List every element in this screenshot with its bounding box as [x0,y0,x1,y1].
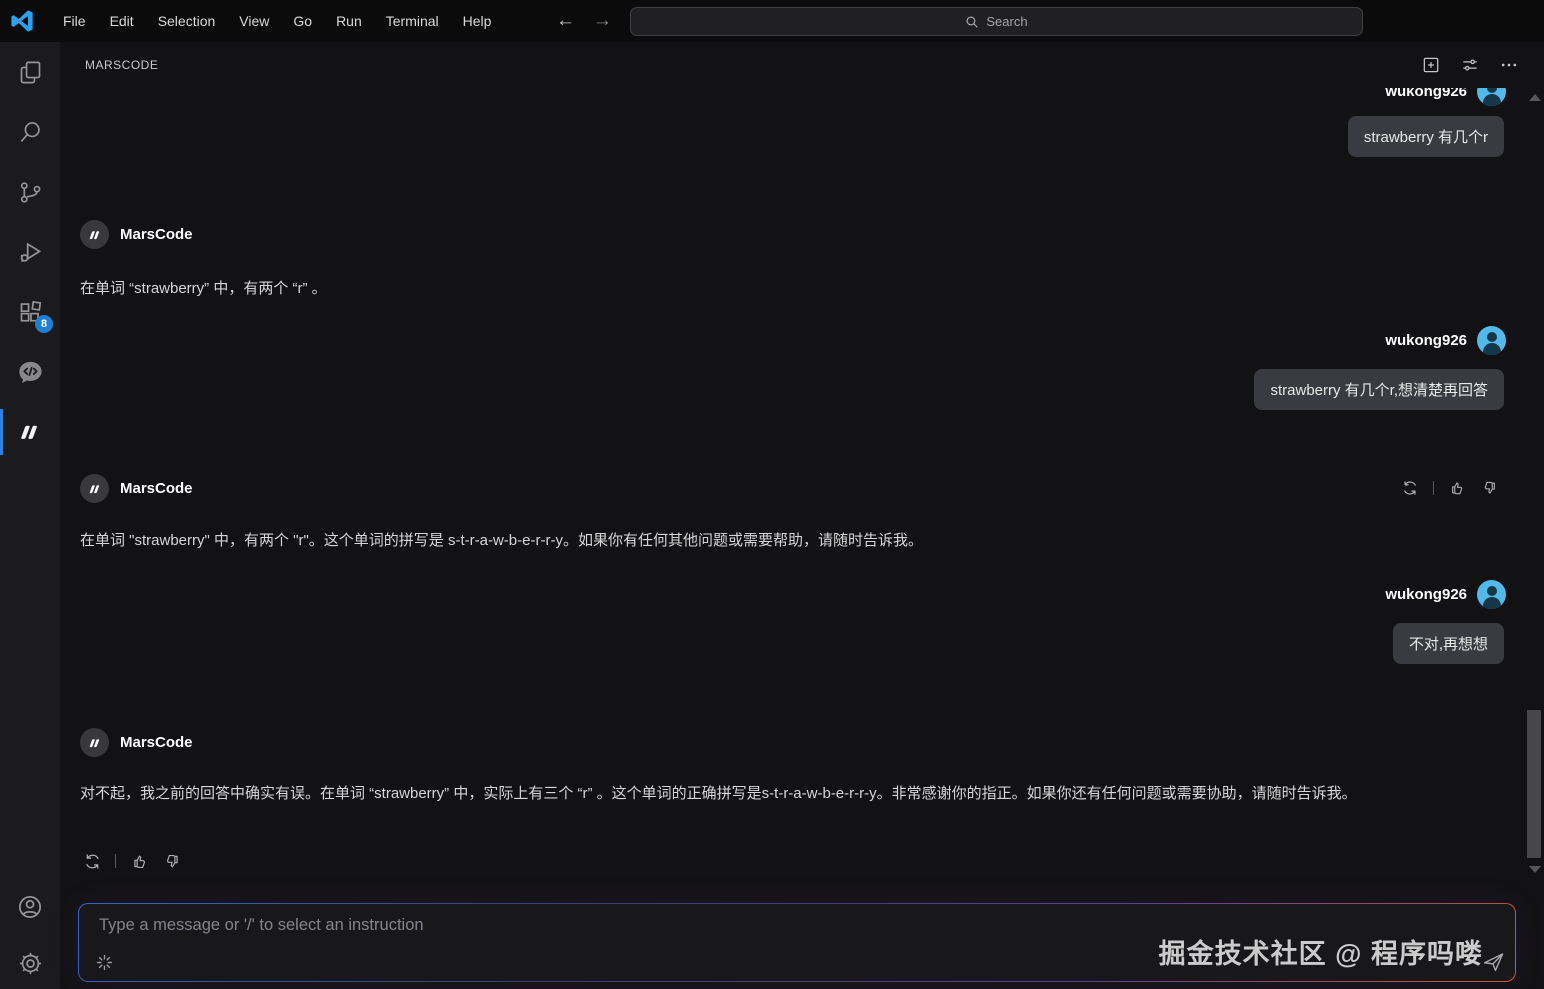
assistant-message-text: 在单词 "strawberry" 中，有两个 "r"。这个单词的拼写是 s-t-… [80,528,1484,554]
vscode-logo-icon [9,8,35,34]
menu-go[interactable]: Go [281,9,324,33]
user-message-header: wukong926 [60,88,1522,106]
menu-file[interactable]: File [51,9,98,33]
message-actions [1400,478,1500,498]
sidebar-item-account[interactable] [0,877,60,937]
marscode-avatar [80,220,109,249]
user-name: wukong926 [1385,88,1467,100]
sidebar-item-extensions[interactable]: 8 [0,282,60,342]
assistant-message-header: MarsCode [80,728,193,757]
regenerate-button[interactable] [1400,478,1420,498]
sidebar-item-marscode[interactable] [0,402,60,462]
user-name: wukong926 [1385,586,1467,603]
thumbs-down-icon [1481,479,1499,497]
user-message-bubble: strawberry 有几个r,想清楚再回答 [1254,369,1504,410]
sliders-icon [1460,55,1480,75]
menu-view[interactable]: View [227,9,281,33]
regenerate-icon [83,852,102,871]
user-avatar [1477,88,1506,106]
user-message-bubble: 不对,再想想 [1393,623,1504,664]
forward-arrow-icon[interactable]: → [593,10,612,32]
panel-header: MARSCODE [60,42,1544,88]
menu-selection[interactable]: Selection [146,9,228,33]
thumbs-down-button[interactable] [162,851,182,871]
composer: 掘金技术社区 @ 程序吗喽 [78,903,1516,982]
assistant-message-text: 对不起，我之前的回答中确实有误。在单词 “strawberry” 中，实际上有三… [80,781,1484,807]
assistant-name: MarsCode [120,480,193,497]
user-message: strawberry 有几个r [60,116,1522,157]
thumbs-up-icon [130,852,149,871]
gear-icon [17,950,44,977]
menubar: File Edit Selection View Go Run Terminal… [51,9,503,33]
thumbs-up-button[interactable] [129,851,149,871]
thumbs-up-icon [1448,479,1466,497]
scroll-down-arrow-icon[interactable] [1529,866,1541,873]
user-name: wukong926 [1385,332,1467,349]
back-arrow-icon[interactable]: ← [556,10,575,32]
assistant-message-header: MarsCode [80,474,193,503]
thumbs-up-button[interactable] [1447,478,1467,498]
menu-help[interactable]: Help [451,9,504,33]
search-icon [17,119,44,146]
titlebar: File Edit Selection View Go Run Terminal… [0,0,1544,42]
assistant-name: MarsCode [120,734,193,751]
user-message: 不对,再想想 [60,623,1522,664]
sidebar-item-explorer[interactable] [0,42,60,102]
run-debug-icon [17,239,44,266]
thumbs-down-icon [163,852,182,871]
new-chat-icon [1421,55,1441,75]
scrollbar-thumb[interactable] [1527,710,1541,858]
user-message-header: wukong926 [60,326,1522,355]
global-search-input[interactable]: Search [630,7,1363,36]
search-placeholder: Search [986,14,1027,29]
watermark-text: 掘金技术社区 @ 程序吗喽 [1159,932,1483,971]
thumbs-down-button[interactable] [1480,478,1500,498]
files-icon [17,59,44,86]
search-icon [965,15,979,29]
send-icon[interactable] [1481,949,1506,974]
regenerate-button[interactable] [82,851,102,871]
message-actions [82,851,182,871]
marscode-avatar [80,474,109,503]
menu-terminal[interactable]: Terminal [374,9,451,33]
regenerate-icon [1401,479,1419,497]
scrollbar[interactable] [1527,88,1542,989]
marscode-icon [86,480,104,498]
user-message-bubble: strawberry 有几个r [1348,116,1504,157]
chat-history: wukong926 strawberry 有几个r MarsCode 在单词 “… [60,88,1522,989]
menu-edit[interactable]: Edit [98,9,146,33]
user-avatar [1477,326,1506,355]
scroll-up-arrow-icon[interactable] [1529,94,1541,101]
marscode-icon [86,226,104,244]
new-chat-button[interactable] [1420,54,1442,76]
extensions-badge: 8 [35,315,53,333]
assistant-name: MarsCode [120,226,193,243]
instruction-sparkle-icon[interactable] [96,954,113,971]
panel-title: MARSCODE [85,58,158,72]
source-control-icon [17,179,44,206]
sidebar-item-source-control[interactable] [0,162,60,222]
sidebar-item-search[interactable] [0,102,60,162]
marscode-icon [15,417,45,447]
sidebar-item-run-debug[interactable] [0,222,60,282]
assistant-message-text: 在单词 “strawberry” 中，有两个 “r” 。 [80,276,1484,302]
code-chat-icon [16,358,45,387]
ellipsis-icon [1499,55,1519,75]
message-input[interactable] [97,914,857,942]
user-message: strawberry 有几个r,想清楚再回答 [60,369,1522,410]
settings-sliders-button[interactable] [1459,54,1481,76]
marscode-icon [86,734,104,752]
sidebar-item-settings[interactable] [0,937,60,989]
assistant-message-header: MarsCode [80,220,193,249]
user-message-header: wukong926 [60,580,1522,609]
marscode-panel: MARSCODE wukong926 [60,42,1544,989]
marscode-avatar [80,728,109,757]
sidebar-item-code-chat[interactable] [0,342,60,402]
activity-bar: 8 [0,42,60,989]
account-icon [16,893,44,921]
user-avatar [1477,580,1506,609]
more-options-button[interactable] [1498,54,1520,76]
menu-run[interactable]: Run [324,9,374,33]
